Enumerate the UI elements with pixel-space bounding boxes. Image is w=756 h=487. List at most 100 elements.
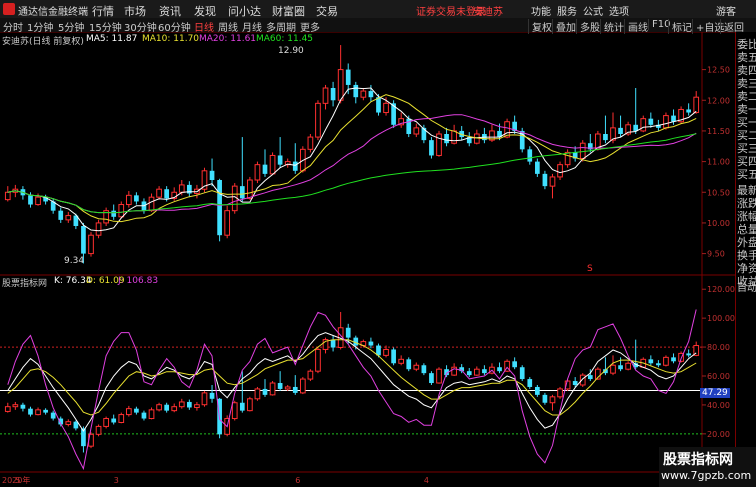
sub-candle-body <box>466 371 472 376</box>
menu-item-trade[interactable]: 交易 <box>316 3 338 19</box>
date-tick-label: 6 <box>295 476 300 485</box>
menu-item-ask[interactable]: 问小达 <box>228 3 261 19</box>
sub-candle-body <box>587 375 593 380</box>
candle-body <box>549 176 556 187</box>
price-tick-label: 10.50 <box>707 188 730 197</box>
sub-candle-body <box>134 408 139 413</box>
candle-body <box>148 196 155 212</box>
quote-row: 外盘 <box>737 236 756 249</box>
menu-item-discover[interactable]: 发现 <box>194 3 216 19</box>
sub-candle-body <box>171 406 178 412</box>
candle-body <box>686 109 691 113</box>
sub-candle-body <box>28 408 33 415</box>
kdj-tick-label: 100.00 <box>707 314 735 323</box>
candle-body <box>315 102 321 138</box>
kdj-j-legend: J: 106.83 <box>118 276 159 286</box>
sub-candle-body <box>164 404 169 411</box>
menu-item-news[interactable]: 资讯 <box>159 3 181 19</box>
sub-candle-body <box>239 402 245 411</box>
sub-candle-body <box>436 368 442 384</box>
price-tick-label: 11.50 <box>707 127 730 136</box>
candle-body <box>663 115 669 129</box>
sub-candle-body <box>482 369 487 374</box>
sub-candle-body <box>519 367 525 380</box>
candle-body <box>111 210 117 217</box>
price-tick-label: 11.00 <box>707 158 730 167</box>
stock-label: 安迪苏(日线 前复权) <box>2 37 84 47</box>
candle-body <box>262 164 268 174</box>
sub-candle-body <box>247 398 253 412</box>
candle-body <box>307 136 314 150</box>
date-tick-label: 3 <box>114 476 119 485</box>
candle-body <box>224 210 231 236</box>
price-tick-label: 12.00 <box>707 96 730 105</box>
sub-candle-body <box>648 359 654 364</box>
sub-candle-body <box>141 412 147 419</box>
auto-button[interactable]: 自动 <box>737 282 756 295</box>
sub-candle-body <box>65 421 72 425</box>
sub-candle-body <box>262 388 268 395</box>
menu-item-market[interactable]: 市场 <box>124 3 146 19</box>
stock-tab[interactable]: 安迪苏 <box>473 3 503 18</box>
ma5-legend: MA5: 11.87 <box>86 34 138 44</box>
candle-body <box>88 234 94 255</box>
menu-formula[interactable]: 公式 <box>583 3 603 18</box>
menu-service[interactable]: 服务 <box>557 3 577 18</box>
sub-candle-body <box>231 402 238 420</box>
sub-candle-body <box>187 401 192 408</box>
quote-row: 买四 <box>737 155 756 168</box>
sub-candle-body <box>118 414 125 423</box>
candle-body <box>542 173 548 187</box>
price-tick-label: 9.50 <box>707 250 725 259</box>
candle-body <box>58 210 64 220</box>
candle-body <box>118 204 125 218</box>
sub-candle-body <box>671 357 676 362</box>
candle-body <box>81 226 86 254</box>
sub-candle-body <box>35 409 41 416</box>
ma60-legend: MA60: 11.45 <box>256 34 314 44</box>
quote-row: 涨幅 <box>737 210 756 223</box>
candle-body <box>648 118 654 125</box>
menu-options[interactable]: 选项 <box>609 3 629 18</box>
candle-body <box>178 184 185 193</box>
candle-body <box>693 96 700 114</box>
quote-row: 卖五 <box>737 51 756 64</box>
menu-item-wealth[interactable]: 财富圈 <box>272 3 305 19</box>
sub-candle-body <box>618 365 623 370</box>
kdj-tick-label: 20.00 <box>707 430 730 439</box>
sub-candle-body <box>557 388 563 398</box>
value-badge: 47.29 <box>700 388 730 398</box>
watermark: 股票指标网 www.7gpzb.com <box>659 447 756 487</box>
app-logo-icon <box>3 3 15 15</box>
kdj-j-line <box>7 309 697 471</box>
sub-candle-body <box>406 359 412 370</box>
candle-body <box>527 149 533 162</box>
quote-row: 总量 <box>737 223 756 236</box>
sub-candle-body <box>12 404 19 408</box>
candle-body <box>28 195 33 205</box>
sub-candle-body <box>209 392 215 399</box>
quote-row: 最新 <box>737 184 756 197</box>
quote-row: 卖一 <box>737 103 756 116</box>
sub-candle-body <box>610 364 616 374</box>
sub-candle-body <box>473 368 480 376</box>
low-price-label: 9.34 <box>64 256 85 266</box>
signal-marker: S <box>587 264 593 274</box>
candle-body <box>330 88 336 101</box>
stock-chart[interactable]: 12.50 12.00 11.50 11.00 10.50 10.00 9.50 120.0… <box>0 32 735 487</box>
sub-candle-body <box>413 364 420 370</box>
quote-row: 买一 <box>737 116 756 129</box>
quote-row: 委比 <box>737 38 756 51</box>
menu-function[interactable]: 功能 <box>531 3 551 18</box>
candle-body <box>603 134 608 141</box>
kdj-tick-label: 120.00 <box>707 285 735 294</box>
quote-row: 净资 <box>737 262 756 275</box>
menu-item-quotes[interactable]: 行情 <box>92 3 114 19</box>
guest-label[interactable]: 游客 <box>716 3 736 18</box>
sub-candle-body <box>330 339 336 348</box>
quote-row: 卖三 <box>737 77 756 90</box>
ma20-line <box>7 114 697 214</box>
sub-candle-body <box>284 386 291 390</box>
sub-candle-body <box>663 356 669 366</box>
candle-body <box>4 191 11 201</box>
